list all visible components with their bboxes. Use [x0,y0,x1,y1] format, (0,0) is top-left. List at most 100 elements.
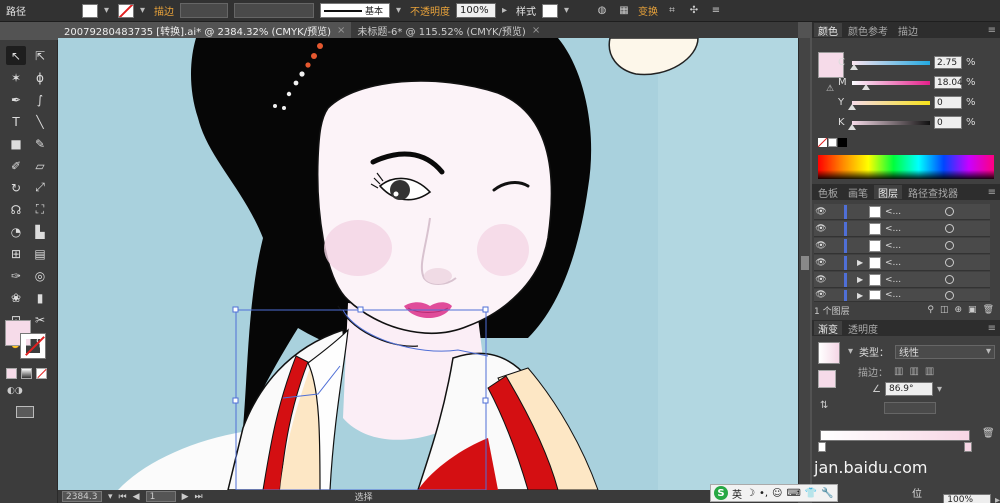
punctuation-icon[interactable]: •, [759,488,768,499]
tab-brushes[interactable]: 画笔 [844,185,872,200]
target-circle-icon[interactable] [945,275,954,284]
eye-icon[interactable]: 👁 [814,224,828,234]
cyan-value-input[interactable]: 2.75 [934,56,962,69]
type-tool-icon[interactable]: T [6,112,26,131]
sogou-logo-icon[interactable]: S [714,486,728,500]
paintbrush-tool-icon[interactable]: ✎ [30,134,50,153]
new-sublayer-icon[interactable]: ⊕ [955,305,963,315]
zoom-field[interactable]: 2384.3 [62,491,102,502]
none-mode-icon[interactable] [36,368,47,379]
layer-name[interactable]: <... [885,290,939,300]
make-clipping-mask-icon[interactable]: ◫ [940,305,949,315]
layer-name[interactable]: <... [885,224,939,234]
target-circle-icon[interactable] [945,290,954,300]
locate-object-icon[interactable]: ⚲ [927,305,934,315]
stroke-within-icon[interactable]: ▥ [894,366,903,377]
new-layer-icon[interactable]: ▣ [968,305,977,315]
gradient-tool-icon[interactable]: ▤ [30,244,50,263]
recolor-artwork-icon[interactable]: ◍ [594,3,610,18]
pen-tool-icon[interactable]: ✒ [6,90,26,109]
chevron-right-icon[interactable]: ▸ [995,495,1000,503]
panel-menu-icon[interactable]: ≡ [988,187,1000,198]
scale-tool-icon[interactable]: ⤢ [30,178,50,197]
screen-mode-icon[interactable] [16,406,34,418]
pencil-tool-icon[interactable]: ✐ [6,156,26,175]
artboard-canvas[interactable] [58,38,798,490]
reverse-gradient-icon[interactable]: ⇅ [820,400,828,411]
eye-icon[interactable]: 👁 [814,258,828,268]
rectangle-tool-icon[interactable]: ■ [6,134,26,153]
warp-tool-icon[interactable]: ☊ [6,200,26,219]
mesh-tool-icon[interactable]: ⊞ [6,244,26,263]
shape-builder-tool-icon[interactable]: ◔ [6,222,26,241]
lasso-tool-icon[interactable]: ϕ [30,68,50,87]
fill-stroke-mini[interactable] [818,370,836,388]
slider-thumb[interactable] [862,83,871,90]
magenta-slider[interactable] [852,80,930,90]
black-slider[interactable] [848,120,930,130]
line-tool-icon[interactable]: ╲ [30,112,50,131]
tab-layers[interactable]: 图层 [874,185,902,200]
layer-row[interactable]: 👁 ▶ <... [814,289,990,302]
keyboard-icon[interactable]: ⌨ [786,488,800,499]
next-page-icon[interactable]: ▶ [182,492,189,502]
opacity-label[interactable]: 不透明度 [410,3,450,18]
graphic-style-swatch[interactable] [542,3,558,18]
last-page-icon[interactable]: ⏭ [194,492,202,502]
half-width-icon[interactable]: ☽ [746,488,755,499]
tab-color-guide[interactable]: 颜色参考 [844,23,892,38]
magic-wand-tool-icon[interactable]: ✶ [6,68,26,87]
tab-color[interactable]: 颜色 [814,23,842,38]
selection-tool-icon[interactable]: ↖ [6,46,26,65]
column-graph-tool-icon[interactable]: ▮ [30,288,50,307]
blend-tool-icon[interactable]: ◎ [30,266,50,285]
target-circle-icon[interactable] [945,258,954,267]
layer-name[interactable]: <... [885,207,939,217]
close-icon[interactable]: × [532,25,540,36]
variable-width-field[interactable] [234,3,314,18]
symbol-sprayer-tool-icon[interactable]: ❀ [6,288,26,307]
panel-menu-icon[interactable]: ≡ [988,25,1000,36]
skin-icon[interactable]: 👕 [805,488,817,499]
layer-row[interactable]: 👁 ▶ <... [814,255,990,271]
expand-arrow-icon[interactable]: ▶ [857,275,867,284]
eye-icon[interactable]: 👁 [814,275,828,285]
first-page-icon[interactable]: ⏮ [119,492,127,502]
brush-definition-field[interactable]: 基本 [320,3,390,18]
layer-row[interactable]: 👁 <... [814,204,990,220]
menu-icon[interactable]: ≡ [708,3,724,18]
tab-swatches[interactable]: 色板 [814,185,842,200]
layer-row[interactable]: 👁 <... [814,238,990,254]
stroke-along-icon[interactable]: ▥ [909,366,918,377]
panel-menu-icon[interactable]: ≡ [988,323,1000,334]
tab-stroke[interactable]: 描边 [894,23,922,38]
eyedropper-tool-icon[interactable]: ✑ [6,266,26,285]
chevron-down-icon[interactable]: ▾ [564,5,572,16]
stroke-weight-field[interactable] [180,3,228,18]
aspect-ratio-field[interactable] [884,402,936,414]
gradient-type-select[interactable]: 线性 ▾ [895,344,996,359]
expand-arrow-icon[interactable]: ▶ [857,291,867,300]
gradient-preview-swatch[interactable] [818,342,840,364]
isolate-icon[interactable]: ⌗ [664,3,680,18]
tab-document-2[interactable]: 未标题-6* @ 115.52% (CMYK/预览) × [351,22,546,38]
eye-icon[interactable]: 👁 [814,241,828,251]
emoji-icon[interactable]: ☺ [772,488,782,499]
stroke-box[interactable] [21,334,45,358]
tools-icon[interactable]: 🔧 [821,488,833,499]
layer-row[interactable]: 👁 ▶ <... [814,272,990,288]
position-input[interactable]: 100% [943,493,991,503]
chevron-down-icon[interactable]: ▾ [937,384,942,395]
chevron-down-icon[interactable]: ▾ [848,346,853,357]
transform-label[interactable]: 变换 [638,3,658,18]
panel-options-icon[interactable]: ✣ [686,3,702,18]
rotate-tool-icon[interactable]: ↻ [6,178,26,197]
cyan-slider[interactable] [850,60,930,70]
gradient-stop-left[interactable] [818,442,826,452]
fill-swatch[interactable] [82,3,98,18]
slider-thumb[interactable] [848,103,856,110]
target-circle-icon[interactable] [945,241,954,250]
perspective-grid-tool-icon[interactable]: ▙ [30,222,50,241]
target-circle-icon[interactable] [945,207,954,216]
slider-thumb[interactable] [848,123,856,130]
